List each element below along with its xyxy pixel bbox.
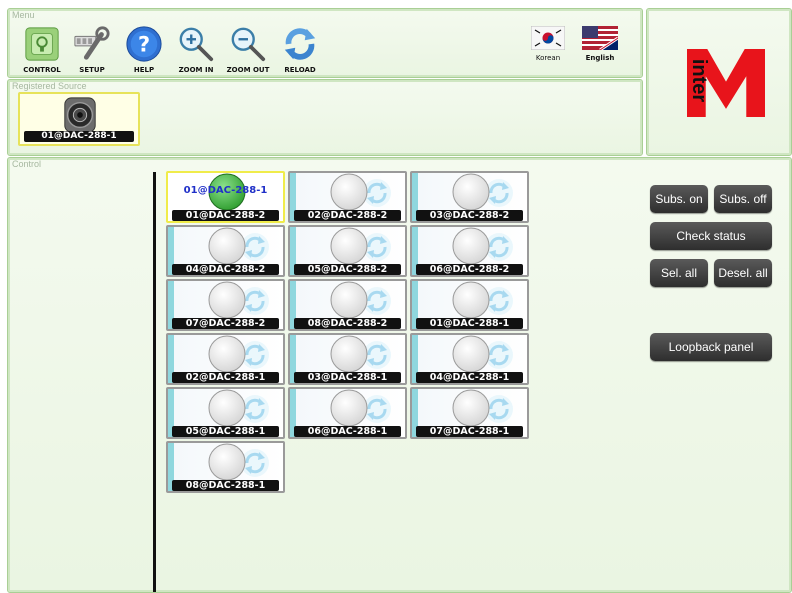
control-title: Control xyxy=(12,159,42,169)
speaker-tile[interactable]: 04@DAC-288-1 xyxy=(410,333,529,385)
loopback-panel-button[interactable]: Loopback panel xyxy=(650,333,772,361)
english-language-button[interactable]: English xyxy=(578,26,622,68)
speaker-tile-name: 02@DAC-288-1 xyxy=(172,372,279,383)
help-button[interactable]: ? HELP xyxy=(118,25,170,77)
assigned-source-label: 01@DAC-288-1 xyxy=(183,185,268,196)
speaker-tile[interactable]: 06@DAC-288-2 xyxy=(410,225,529,277)
speaker-tile-name: 08@DAC-288-1 xyxy=(172,480,279,491)
speaker-tile-name: 01@DAC-288-1 xyxy=(416,318,523,329)
subs-on-button[interactable]: Subs. on xyxy=(650,185,708,213)
speaker-tile[interactable]: 05@DAC-288-2 xyxy=(288,225,407,277)
setup-button[interactable]: SETUP xyxy=(66,25,118,77)
speaker-tile[interactable]: 01@DAC-288-1 xyxy=(410,279,529,331)
select-all-button[interactable]: Sel. all xyxy=(650,259,708,287)
zoom-in-button[interactable]: ZOOM IN xyxy=(170,25,222,77)
vertical-divider xyxy=(153,172,156,592)
idle-status-icon xyxy=(330,335,368,373)
speaker-tile-name: 07@DAC-288-2 xyxy=(172,318,279,329)
idle-status-icon xyxy=(330,227,368,265)
speaker-tile[interactable]: 02@DAC-288-1 xyxy=(166,333,285,385)
speaker-tile[interactable]: 08@DAC-288-1 xyxy=(166,441,285,493)
control-button-label: CONTROL xyxy=(23,66,61,74)
speaker-tile-name: 04@DAC-288-1 xyxy=(416,372,523,383)
korean-language-label: Korean xyxy=(535,54,561,62)
speaker-tile[interactable]: 06@DAC-288-1 xyxy=(288,387,407,439)
speaker-tile-name: 04@DAC-288-2 xyxy=(172,264,279,275)
logo-text: inter xyxy=(688,58,711,103)
speaker-tile-name: 03@DAC-288-2 xyxy=(416,210,523,221)
reload-button[interactable]: RELOAD xyxy=(274,25,326,77)
speaker-tile[interactable]: 03@DAC-288-2 xyxy=(410,171,529,223)
subs-off-button[interactable]: Subs. off xyxy=(714,185,772,213)
idle-status-icon xyxy=(452,389,490,427)
speaker-tile-name: 08@DAC-288-2 xyxy=(294,318,401,329)
speaker-tile-name: 01@DAC-288-2 xyxy=(172,210,279,221)
zoom-out-button-label: ZOOM OUT xyxy=(226,66,270,74)
speaker-tile[interactable]: 03@DAC-288-1 xyxy=(288,333,407,385)
idle-status-icon xyxy=(330,173,368,211)
zoom-in-button-label: ZOOM IN xyxy=(178,66,214,74)
idle-status-icon xyxy=(208,227,246,265)
idle-status-icon xyxy=(452,281,490,319)
speaker-tile[interactable]: 07@DAC-288-1 xyxy=(410,387,529,439)
idle-status-icon xyxy=(452,227,490,265)
zoom-out-button[interactable]: ZOOM OUT xyxy=(222,25,274,77)
idle-status-icon xyxy=(452,173,490,211)
speaker-tile-name: 06@DAC-288-2 xyxy=(416,264,523,275)
setup-icon xyxy=(74,26,110,60)
speaker-tile[interactable]: 08@DAC-288-2 xyxy=(288,279,407,331)
idle-status-icon xyxy=(452,335,490,373)
zoom-in-icon xyxy=(179,27,214,62)
speaker-tile-name: 05@DAC-288-1 xyxy=(172,426,279,437)
speaker-tile[interactable]: 07@DAC-288-2 xyxy=(166,279,285,331)
control-button[interactable]: CONTROL xyxy=(16,25,68,77)
registered-source-card[interactable]: 01@DAC-288-1 xyxy=(18,92,140,146)
speaker-tile-name: 02@DAC-288-2 xyxy=(294,210,401,221)
menu-panel: Menu CONTROL SETUP ? HELP ZOOM IN ZOOM O… xyxy=(7,8,643,78)
reload-icon xyxy=(284,28,316,60)
help-icon: ? xyxy=(126,26,162,62)
english-flag-icon xyxy=(582,26,618,50)
idle-status-icon xyxy=(208,281,246,319)
registered-source-title: Registered Source xyxy=(12,81,87,91)
menu-title: Menu xyxy=(12,10,35,20)
registered-source-name: 01@DAC-288-1 xyxy=(24,131,134,142)
logo-panel: inter xyxy=(646,8,792,156)
setup-button-label: SETUP xyxy=(79,66,105,74)
reload-button-label: RELOAD xyxy=(284,66,316,74)
idle-status-icon xyxy=(208,443,246,481)
speaker-tile[interactable]: 02@DAC-288-2 xyxy=(288,171,407,223)
idle-status-icon xyxy=(330,281,368,319)
zoom-out-icon xyxy=(231,27,266,62)
deselect-all-button[interactable]: Desel. all xyxy=(714,259,772,287)
english-language-label: English xyxy=(585,54,615,62)
inter-m-logo: inter xyxy=(685,47,769,119)
speaker-tile-name: 07@DAC-288-1 xyxy=(416,426,523,437)
idle-status-icon xyxy=(208,389,246,427)
help-button-label: HELP xyxy=(133,66,155,74)
check-status-button[interactable]: Check status xyxy=(650,222,772,250)
speaker-tile[interactable]: 04@DAC-288-2 xyxy=(166,225,285,277)
korean-flag-icon xyxy=(531,26,565,50)
speaker-tile-name: 03@DAC-288-1 xyxy=(294,372,401,383)
speaker-tile-name: 06@DAC-288-1 xyxy=(294,426,401,437)
idle-status-icon xyxy=(208,335,246,373)
speaker-tile[interactable]: 05@DAC-288-1 xyxy=(166,387,285,439)
speaker-tile-name: 05@DAC-288-2 xyxy=(294,264,401,275)
idle-status-icon xyxy=(330,389,368,427)
speaker-tile[interactable]: 01@DAC-288-1 01@DAC-288-2 xyxy=(166,171,285,223)
korean-language-button[interactable]: Korean xyxy=(526,26,570,68)
svg-text:?: ? xyxy=(138,33,150,57)
speaker-icon xyxy=(64,97,96,133)
control-icon xyxy=(25,27,59,61)
